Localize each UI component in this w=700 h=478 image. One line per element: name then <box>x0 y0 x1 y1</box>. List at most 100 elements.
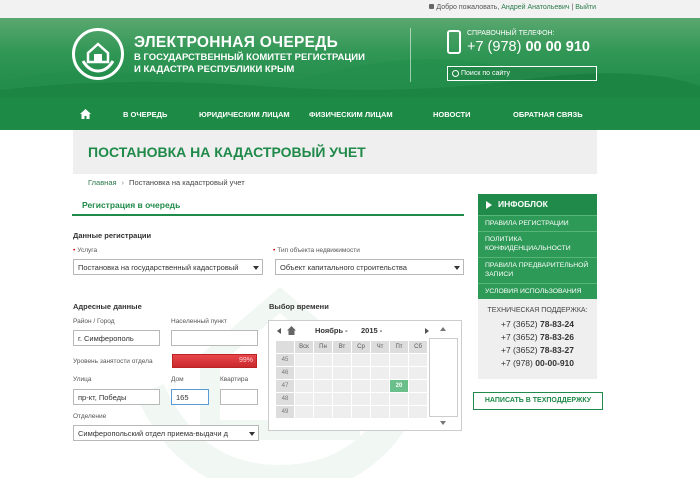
calendar-cell <box>370 379 390 393</box>
load-progress-bar: 99% <box>172 354 257 368</box>
calendar-week-header <box>275 340 295 354</box>
home-icon[interactable] <box>287 326 296 335</box>
time-slot-list[interactable] <box>429 338 458 417</box>
time-scroll-down-icon[interactable] <box>440 421 446 425</box>
calendar-day-header: Сб <box>408 340 428 354</box>
object-type-label: • Тип объекта недвижимости <box>273 247 360 254</box>
calendar-cell <box>370 353 390 367</box>
section-title: Регистрация в очередь <box>82 200 181 210</box>
calendar-cell <box>313 353 333 367</box>
support-phone: +7 (3652) 78-83-27 <box>500 345 575 355</box>
breadcrumb-home[interactable]: Главная <box>88 178 117 187</box>
calendar-cell <box>408 379 428 393</box>
calendar-week-number: 47 <box>275 379 295 393</box>
phone-prefix: +7 (978) <box>467 39 522 55</box>
street-field[interactable]: пр-кт, Победы <box>73 389 160 405</box>
site-header: ЭЛЕКТРОННАЯ ОЧЕРЕДЬ В ГОСУДАРСТВЕННЫЙ КО… <box>0 18 700 98</box>
brand-title: ЭЛЕКТРОННАЯ ОЧЕРЕДЬ <box>134 34 339 51</box>
calendar-cell <box>351 392 371 406</box>
object-type-value: Объект капитального строительства <box>280 263 407 272</box>
district-label: Район / Город <box>73 318 115 325</box>
calendar-header: Ноябрь - 2015 - <box>277 326 429 338</box>
nav-item-queue[interactable]: В ОЧЕРЕДЬ <box>123 98 167 130</box>
calendar-cell <box>332 392 352 406</box>
calendar-month[interactable]: Ноябрь - <box>315 326 348 335</box>
sidebar-link-prebooking-rules[interactable]: ПРАВИЛА ПРЕДВАРИТЕЛЬНОЙ ЗАПИСИ <box>478 257 597 283</box>
calendar-selected-day[interactable]: 20 <box>389 379 409 393</box>
welcome-text: Добро пожаловать, <box>436 4 500 11</box>
sidebar-link-registration-rules[interactable]: ПРАВИЛА РЕГИСТРАЦИИ <box>478 215 597 231</box>
next-month-icon[interactable] <box>425 328 429 334</box>
calendar-grid: Вск Пн Вт Ср Чт Пт Сб 45 46 47 20 48 49 <box>275 340 428 419</box>
calendar-cell <box>332 353 352 367</box>
logo-icon[interactable] <box>72 28 124 80</box>
section-header: Регистрация в очередь <box>72 195 464 216</box>
district-field[interactable]: г. Симферополь <box>73 330 160 346</box>
calendar-year[interactable]: 2015 - <box>361 326 382 335</box>
brand-subtitle-line-2: И КАДАСТРА РЕСПУБЛИКИ КРЫМ <box>134 64 295 75</box>
calendar-cell <box>408 366 428 380</box>
write-to-support-button[interactable]: НАПИСАТЬ В ТЕХПОДДЕРЖКУ <box>473 392 603 410</box>
apartment-field[interactable] <box>220 389 258 405</box>
search-input[interactable] <box>461 68 591 79</box>
phone-icon <box>447 30 461 54</box>
support-box: ТЕХНИЧЕСКАЯ ПОДДЕРЖКА: +7 (3652) 78-83-2… <box>478 299 597 379</box>
support-phone: +7 (3652) 78-83-24 <box>500 319 575 329</box>
phone-number: +7 (978) 00 00 910 <box>467 39 590 55</box>
sidebar-link-terms-of-use[interactable]: УСЛОВИЯ ИСПОЛЬЗОВАНИЯ <box>478 283 597 299</box>
calendar-day-header: Чт <box>370 340 390 354</box>
house-label: Дом <box>171 376 184 383</box>
logout-link[interactable]: Выйти <box>575 4 596 11</box>
page-title: ПОСТАНОВКА НА КАДАСТРОВЫЙ УЧЕТ <box>88 144 366 160</box>
service-select[interactable]: Постановка на государственный кадастровы… <box>73 259 263 275</box>
chevron-down-icon <box>253 266 259 270</box>
nav-item-legal-entities[interactable]: ЮРИДИЧЕСКИМ ЛИЦАМ <box>199 98 290 130</box>
object-type-select[interactable]: Объект капитального строительства <box>275 259 464 275</box>
lock-icon <box>429 4 435 9</box>
calendar-cell <box>313 379 333 393</box>
brand-subtitle-line-1: В ГОСУДАРСТВЕННЫЙ КОМИТЕТ РЕГИСТРАЦИИ <box>134 52 365 63</box>
nav-item-feedback[interactable]: ОБРАТНАЯ СВЯЗЬ <box>513 98 583 130</box>
page-title-bar: ПОСТАНОВКА НА КАДАСТРОВЫЙ УЧЕТ <box>73 130 597 174</box>
department-select[interactable]: Симферопольский отдел приема-выдачи д <box>73 425 259 441</box>
search-icon[interactable] <box>452 70 459 77</box>
brand-subtitle: В ГОСУДАРСТВЕННЫЙ КОМИТЕТ РЕГИСТРАЦИИ И … <box>134 52 365 76</box>
calendar-cell <box>408 353 428 367</box>
home-icon[interactable] <box>80 109 91 119</box>
calendar-cell <box>332 366 352 380</box>
street-label: Улица <box>73 376 92 383</box>
calendar-cell <box>370 405 390 419</box>
prev-month-icon[interactable] <box>277 328 281 334</box>
calendar-cell <box>408 392 428 406</box>
calendar-cell <box>389 353 409 367</box>
user-link[interactable]: Андрей Анатольевич <box>501 4 569 11</box>
phone-label: СПРАВОЧНЫЙ ТЕЛЕФОН: <box>467 30 555 37</box>
nav-item-individuals[interactable]: ФИЗИЧЕСКИМ ЛИЦАМ <box>309 98 393 130</box>
calendar-cell <box>389 405 409 419</box>
support-phone: +7 (978) 00-00-910 <box>500 358 575 368</box>
department-label: Отделение <box>73 413 107 420</box>
breadcrumb-current: Постановка на кадастровый учет <box>129 178 245 187</box>
chevron-down-icon <box>454 266 460 270</box>
nav-item-news[interactable]: НОВОСТИ <box>433 98 471 130</box>
breadcrumb-separator: › <box>121 178 125 187</box>
department-value: Симферопольский отдел приема-выдачи д <box>78 429 228 438</box>
chevron-down-icon <box>249 432 255 436</box>
header-divider <box>410 28 411 82</box>
calendar-day-header: Ср <box>351 340 371 354</box>
calendar-day-header: Пн <box>313 340 333 354</box>
sidebar-link-privacy-policy[interactable]: ПОЛИТИКА КОНФИДЕНЦИАЛЬНОСТИ <box>478 231 597 257</box>
support-phone: +7 (3652) 78-83-26 <box>500 332 575 342</box>
house-field[interactable]: 165 <box>171 389 209 405</box>
calendar-cell <box>332 379 352 393</box>
breadcrumb: Главная › Постановка на кадастровый учет <box>88 178 245 187</box>
calendar-cell <box>389 366 409 380</box>
address-data-title: Адресные данные <box>73 302 142 311</box>
calendar-week-number: 48 <box>275 392 295 406</box>
locality-field[interactable] <box>171 330 258 346</box>
calendar-cell <box>294 353 314 367</box>
time-scroll-up-icon[interactable] <box>440 327 446 331</box>
calendar-cell <box>351 405 371 419</box>
calendar-cell <box>408 405 428 419</box>
registration-data-title: Данные регистрации <box>73 231 152 240</box>
